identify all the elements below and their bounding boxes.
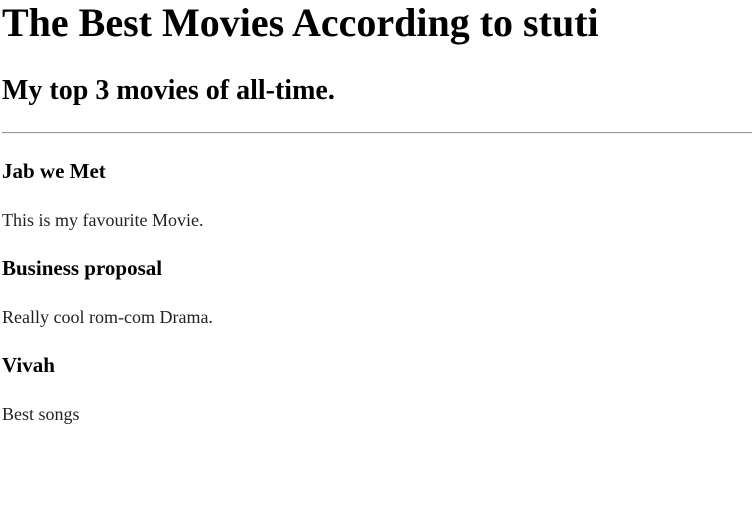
page: The Best Movies According to stuti My to… <box>0 0 752 512</box>
movie-description-1: This is my favourite Movie. <box>2 210 204 230</box>
movie-title-1: Jab we Met <box>2 159 106 183</box>
page-subtitle: My top 3 movies of all-time. <box>2 75 335 106</box>
movie-title-2: Business proposal <box>2 256 163 280</box>
movie-description-3: Best songs <box>2 404 80 424</box>
page-title: The Best Movies According to stuti <box>2 0 599 45</box>
movie-description-2: Really cool rom-com Drama. <box>2 307 213 327</box>
divider <box>2 132 752 134</box>
movie-title-3: Vivah <box>2 353 55 377</box>
